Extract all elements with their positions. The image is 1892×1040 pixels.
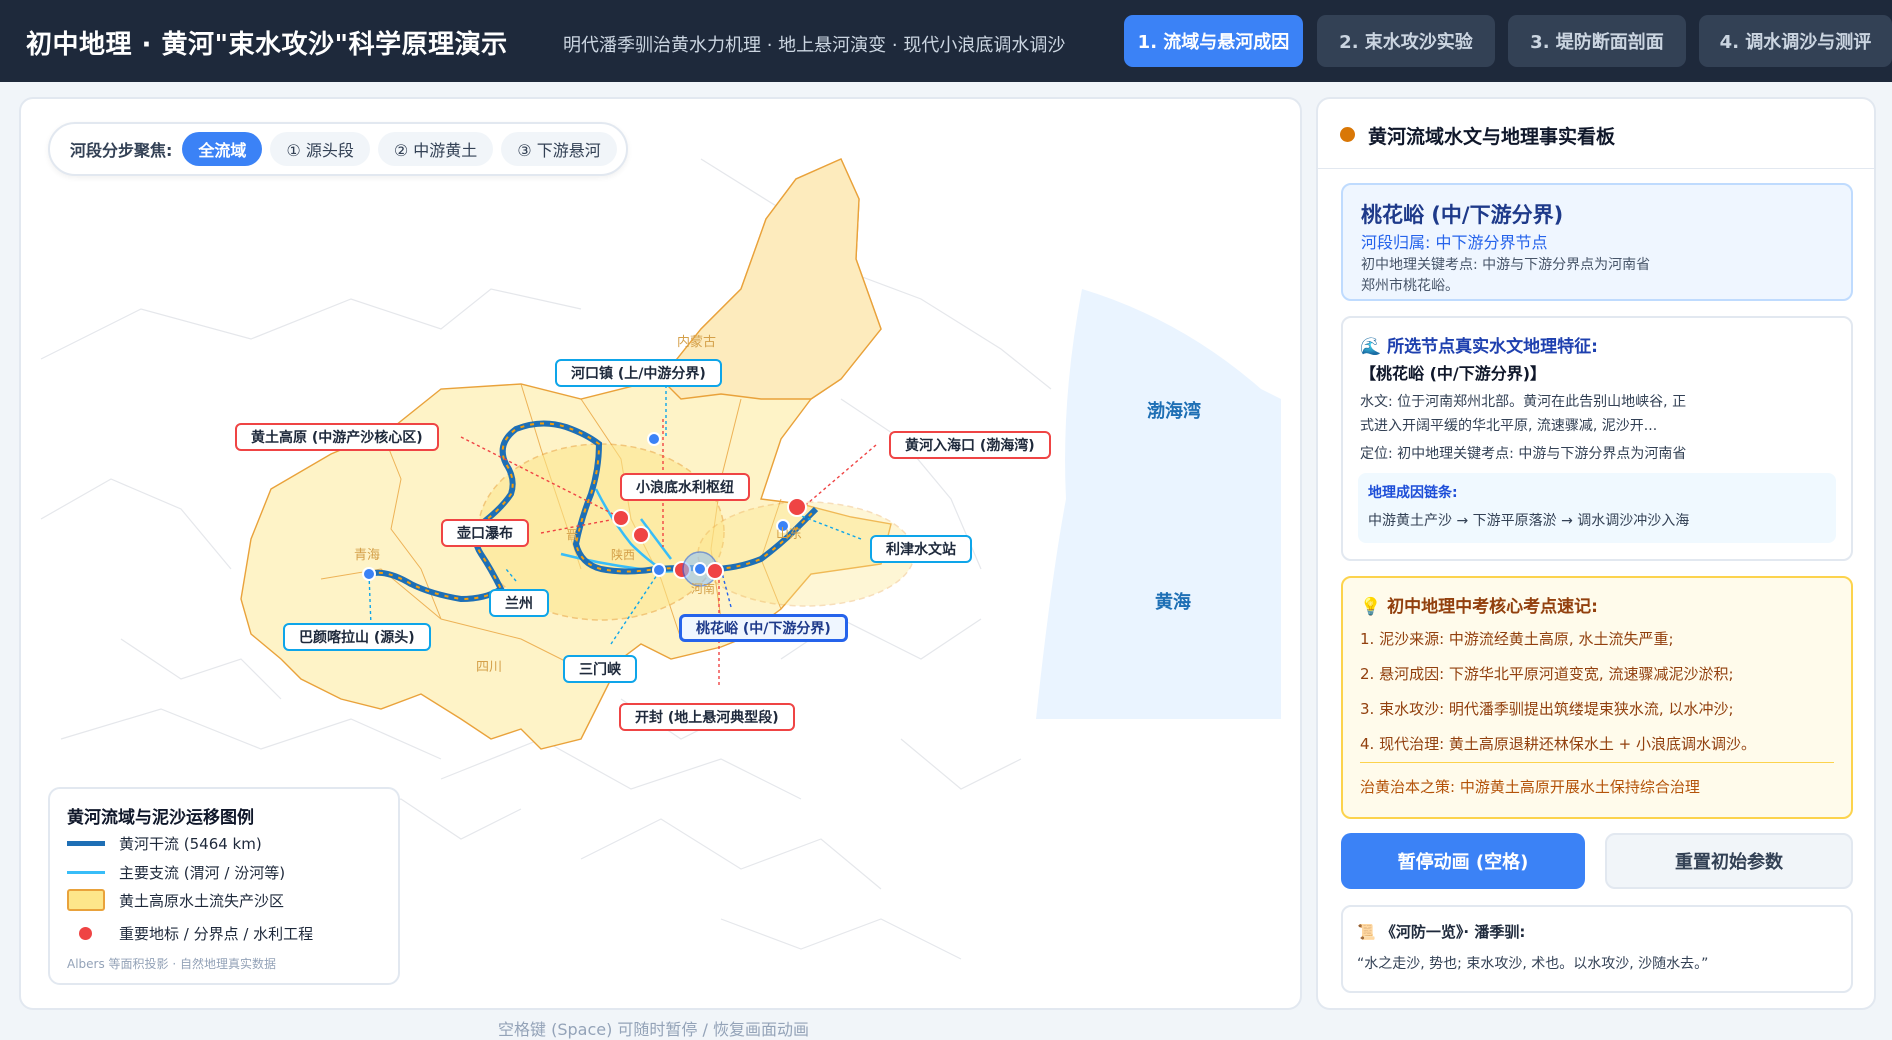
- legend-label-landmarks: 重要地标 / 分界点 / 水利工程: [119, 925, 314, 943]
- legend-label-loess: 黄土高原水土流失产沙区: [119, 891, 285, 910]
- legend-item-loess: 黄土高原水土流失产沙区: [67, 889, 284, 911]
- region-label-henan: 河南: [691, 581, 715, 596]
- segment-middle-loess[interactable]: ② 中游黄土: [377, 132, 494, 166]
- callout-hukou[interactable]: 壶口瀑布: [441, 519, 529, 547]
- tab-regulation-test[interactable]: 4. 调水调沙与测评: [1699, 15, 1892, 67]
- fact-board-header: 黄河流域水文与地理事实看板: [1318, 99, 1874, 169]
- segment-focus-label: 河段分步聚焦:: [70, 141, 173, 160]
- bohai-sea: [1036, 289, 1281, 719]
- legend-label-main-river: 黄河干流 (5464 km): [119, 835, 262, 853]
- legend-title: 黄河流域与泥沙运移图例: [67, 808, 254, 828]
- selected-node-name: 桃花峪 (中/下游分界): [1361, 203, 1564, 227]
- callout-estuary[interactable]: 黄河入海口 (渤海湾): [889, 431, 1051, 459]
- exam-point-item: 1. 泥沙来源: 中游流经黄土高原, 水土流失严重;: [1360, 630, 1674, 648]
- kaifeng-marker: [706, 562, 724, 580]
- callout-lijin[interactable]: 利津水文站: [870, 535, 972, 563]
- legend-swatch-tributaries: [67, 871, 105, 874]
- hydro-feature-card: 🌊 所选节点真实水文地理特征: 【桃花峪 (中/下游分界)】 水文: 位于河南郑…: [1341, 316, 1853, 561]
- cause-chain-box: 地理成因链条: 中游黄土产沙 → 下游平原落淤 → 调水调沙冲沙入海: [1358, 473, 1836, 543]
- app-subtitle: 明代潘季驯治黄水力机理 · 地上悬河演变 · 现代小浪底调水调沙: [563, 35, 1066, 56]
- exam-point-item: 2. 悬河成因: 下游华北平原河道变宽, 流速骤减泥沙淤积;: [1360, 665, 1734, 683]
- exam-point-item: 4. 现代治理: 黄土高原退耕还林保水土 + 小浪底调水调沙。: [1360, 735, 1757, 753]
- quote-text: “水之走沙, 势也; 束水攻沙, 术也。以水攻沙, 沙随水去。”: [1357, 956, 1709, 972]
- callout-loess-plateau[interactable]: 黄土高原 (中游产沙核心区): [235, 423, 439, 451]
- legend-swatch-loess: [67, 889, 105, 911]
- region-label-shaanxi: 陕西: [611, 547, 635, 562]
- selected-node-keypoint: 初中地理关键考点: 中游与下游分界点为河南省郑州市桃花峪。: [1361, 257, 1651, 294]
- segment-focus-bar: 河段分步聚焦: 全流域 ① 源头段 ② 中游黄土 ③ 下游悬河: [48, 122, 628, 176]
- region-label-shandong: 山东: [776, 526, 802, 541]
- sanmenxia-marker: [652, 563, 666, 577]
- selected-node-card: 桃花峪 (中/下游分界) 河段归属: 中下游分界节点 初中地理关键考点: 中游与…: [1341, 183, 1853, 301]
- legend-item-main-river: 黄河干流 (5464 km): [67, 833, 262, 854]
- legend-projection-note: Albers 等面积投影 · 自然地理真实数据: [67, 957, 276, 971]
- segment-lower-suspended[interactable]: ③ 下游悬河: [501, 132, 617, 166]
- keyboard-hint: 空格键 (Space) 可随时暂停 / 恢复画面动画: [498, 1020, 809, 1039]
- tab-levee-section[interactable]: 3. 堤防断面剖面: [1508, 15, 1686, 67]
- callout-sanmenxia[interactable]: 三门峡: [563, 655, 637, 683]
- callout-xiaolangdi[interactable]: 小浪底水利枢纽: [620, 473, 750, 501]
- region-label-sichuan: 四川: [476, 659, 502, 674]
- tab-sand-experiment[interactable]: 2. 束水攻沙实验: [1317, 15, 1495, 67]
- exam-point-item: 3. 束水攻沙: 明代潘季驯提出筑缕堤束狭水流, 以水冲沙;: [1360, 700, 1734, 718]
- legend-item-landmarks: 重要地标 / 分界点 / 水利工程: [67, 923, 313, 944]
- hekou-marker: [647, 432, 661, 446]
- pause-animation-button[interactable]: 暂停动画 (空格): [1341, 833, 1585, 889]
- legend-swatch-landmarks: [67, 927, 105, 941]
- hydro-feature-text: 水文: 位于河南郑州北部。黄河在此告别山地峡谷, 正式进入开阔平缓的华北平原, …: [1360, 394, 1687, 434]
- callout-taohuayu-selected[interactable]: 桃花峪 (中/下游分界): [679, 614, 848, 642]
- hydro-feature-position: 定位: 初中地理关键考点: 中游与下游分界点为河南省: [1360, 446, 1687, 462]
- exam-summary: 治黄治本之策: 中游黄土高原开展水土保持综合治理: [1360, 778, 1700, 796]
- hukou-marker: [632, 526, 650, 544]
- taohuayu-marker: [693, 562, 707, 576]
- cause-chain-text: 中游黄土产沙 → 下游平原落淤 → 调水调沙冲沙入海: [1368, 513, 1690, 529]
- cause-chain-title: 地理成因链条:: [1368, 485, 1458, 501]
- callout-lanzhou[interactable]: 兰州: [489, 589, 549, 617]
- legend-label-tributaries: 主要支流 (渭河 / 汾河等): [119, 864, 286, 882]
- segment-all-basin[interactable]: 全流域: [182, 132, 263, 166]
- region-label-shanxi: 晋: [566, 528, 578, 542]
- callout-bayan[interactable]: 巴颜喀拉山 (源头): [283, 623, 431, 651]
- estuary-marker: [787, 497, 807, 517]
- callout-hekou[interactable]: 河口镇 (上/中游分界): [555, 359, 722, 387]
- tab-basin-formation[interactable]: 1. 流域与悬河成因: [1124, 15, 1303, 67]
- region-label-neimenggu: 内蒙古: [677, 334, 716, 349]
- status-dot-icon: [1340, 127, 1355, 142]
- fact-board-panel: 黄河流域水文与地理事实看板 桃花峪 (中/下游分界) 河段归属: 中下游分界节点…: [1316, 97, 1876, 1010]
- legend-swatch-main-river: [67, 841, 105, 846]
- reset-params-button[interactable]: 重置初始参数: [1605, 833, 1853, 889]
- callout-kaifeng[interactable]: 开封 (地上悬河典型段): [619, 703, 795, 731]
- fact-board-title: 黄河流域水文与地理事实看板: [1368, 126, 1616, 148]
- app-title: 初中地理 · 黄河"束水攻沙"科学原理演示: [26, 30, 508, 60]
- map-panel: 渤海湾 黄海 内蒙古 青海 四川 山东 陕西 河南 晋 河段分步聚焦: 全流域 …: [19, 97, 1302, 1010]
- sea-label-yellow-sea: 黄海: [1155, 591, 1191, 612]
- segment-source[interactable]: ① 源头段: [270, 132, 370, 166]
- bayan-marker: [362, 567, 376, 581]
- selected-node-section: 河段归属: 中下游分界节点: [1361, 233, 1548, 252]
- hydro-feature-node-name: 【桃花峪 (中/下游分界)】: [1360, 364, 1547, 383]
- sea-label-bohai: 渤海湾: [1147, 400, 1201, 421]
- quote-title: 📜 《河防一览》· 潘季驯:: [1357, 923, 1526, 941]
- exam-divider: [1360, 762, 1834, 763]
- region-label-qinghai: 青海: [354, 547, 380, 562]
- loess-marker: [612, 509, 630, 527]
- exam-points-card: 💡 初中地理中考核心考点速记: 1. 泥沙来源: 中游流经黄土高原, 水土流失严…: [1341, 576, 1853, 819]
- map-legend: 黄河流域与泥沙运移图例 黄河干流 (5464 km) 主要支流 (渭河 / 汾河…: [48, 787, 400, 985]
- legend-item-tributaries: 主要支流 (渭河 / 汾河等): [67, 862, 285, 883]
- exam-points-title: 💡 初中地理中考核心考点速记:: [1360, 597, 1598, 617]
- hydro-feature-title: 🌊 所选节点真实水文地理特征:: [1360, 337, 1598, 357]
- classic-quote-card: 📜 《河防一览》· 潘季驯: “水之走沙, 势也; 束水攻沙, 术也。以水攻沙,…: [1341, 905, 1853, 993]
- app-header: 初中地理 · 黄河"束水攻沙"科学原理演示 明代潘季驯治黄水力机理 · 地上悬河…: [0, 0, 1892, 82]
